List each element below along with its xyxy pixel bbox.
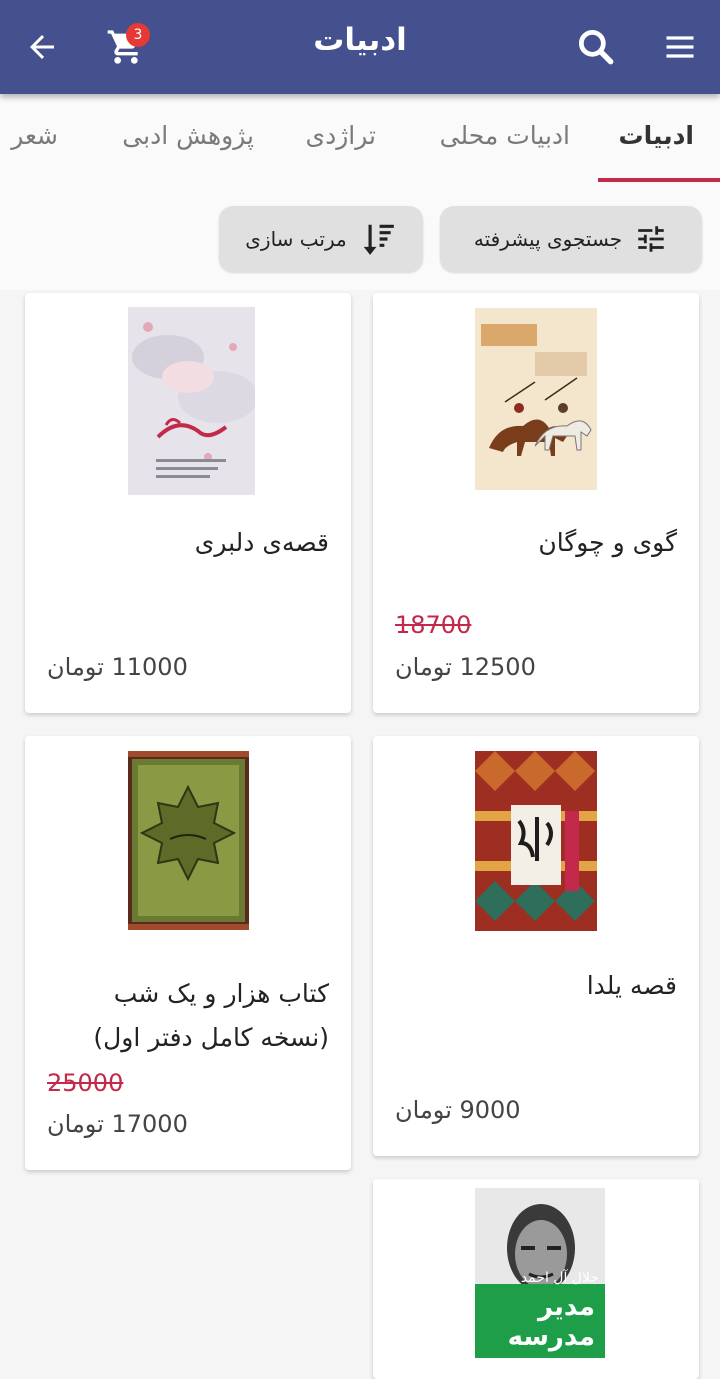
book-price: 12500 تومان [395,653,536,681]
book-title: گوی و چوگان [538,528,677,557]
book-card[interactable]: قصه یلدا 9000 تومان [373,736,699,1156]
book-card[interactable]: جلال آل احمد مدیر مدرسه [373,1179,699,1379]
sort-button[interactable]: مرتب سازی [219,206,423,272]
tab-tragedy[interactable]: تراژدی [306,94,376,182]
sort-icon [363,224,394,255]
book-cover [475,308,597,490]
book-old-price: 25000 [47,1069,124,1097]
book-title: قصه یلدا [586,971,677,1000]
book-title: کتاب هزار و یک شب (نسخه کامل دفتر اول) [93,979,329,1052]
cover-title-text: مدیر مدرسه [507,1292,595,1352]
book-card[interactable]: کتاب هزار و یک شب (نسخه کامل دفتر اول) 2… [25,736,351,1170]
book-price: 11000 تومان [47,653,188,681]
search-icon [578,29,614,65]
book-cover-art [128,307,258,495]
cover-author-text: جلال آل احمد [520,1270,599,1286]
tab-local-literature[interactable]: ادبیات محلی [440,94,570,182]
tab-literary-research[interactable]: پژوهش ادبی [122,94,254,182]
category-tabs: ادبیات ادبیات محلی تراژدی پژوهش ادبی شعر [0,94,720,184]
book-card[interactable]: گوی و چوگان 18700 12500 تومان [373,293,699,713]
book-card[interactable]: قصه‌ی دلبری 11000 تومان [25,293,351,713]
menu-button[interactable] [650,17,710,77]
book-cover: جلال آل احمد مدیر مدرسه [475,1188,605,1358]
advanced-search-label: جستجوی پیشرفته [473,227,623,251]
search-button[interactable] [566,17,626,77]
tab-literature[interactable]: ادبیات [618,94,694,182]
book-price: 9000 تومان [395,1096,521,1124]
book-cover-art [128,751,249,930]
book-cover-art [475,751,597,931]
advanced-search-button[interactable]: جستجوی پیشرفته [440,206,702,272]
app-bar: 3 ادبیات [0,0,720,94]
menu-icon [666,36,694,58]
book-old-price: 18700 [395,611,472,639]
filter-bar: جستجوی پیشرفته مرتب سازی [0,184,720,290]
active-tab-indicator [598,178,720,182]
book-title: قصه‌ی دلبری [194,528,329,557]
tune-icon [638,226,664,252]
book-cover-art [475,308,597,490]
book-cover [475,751,597,931]
tab-poetry[interactable]: شعر [11,94,58,182]
book-cover [128,751,249,930]
sort-label: مرتب سازی [245,227,347,251]
book-cover [128,307,258,495]
book-price: 17000 تومان [47,1110,188,1138]
